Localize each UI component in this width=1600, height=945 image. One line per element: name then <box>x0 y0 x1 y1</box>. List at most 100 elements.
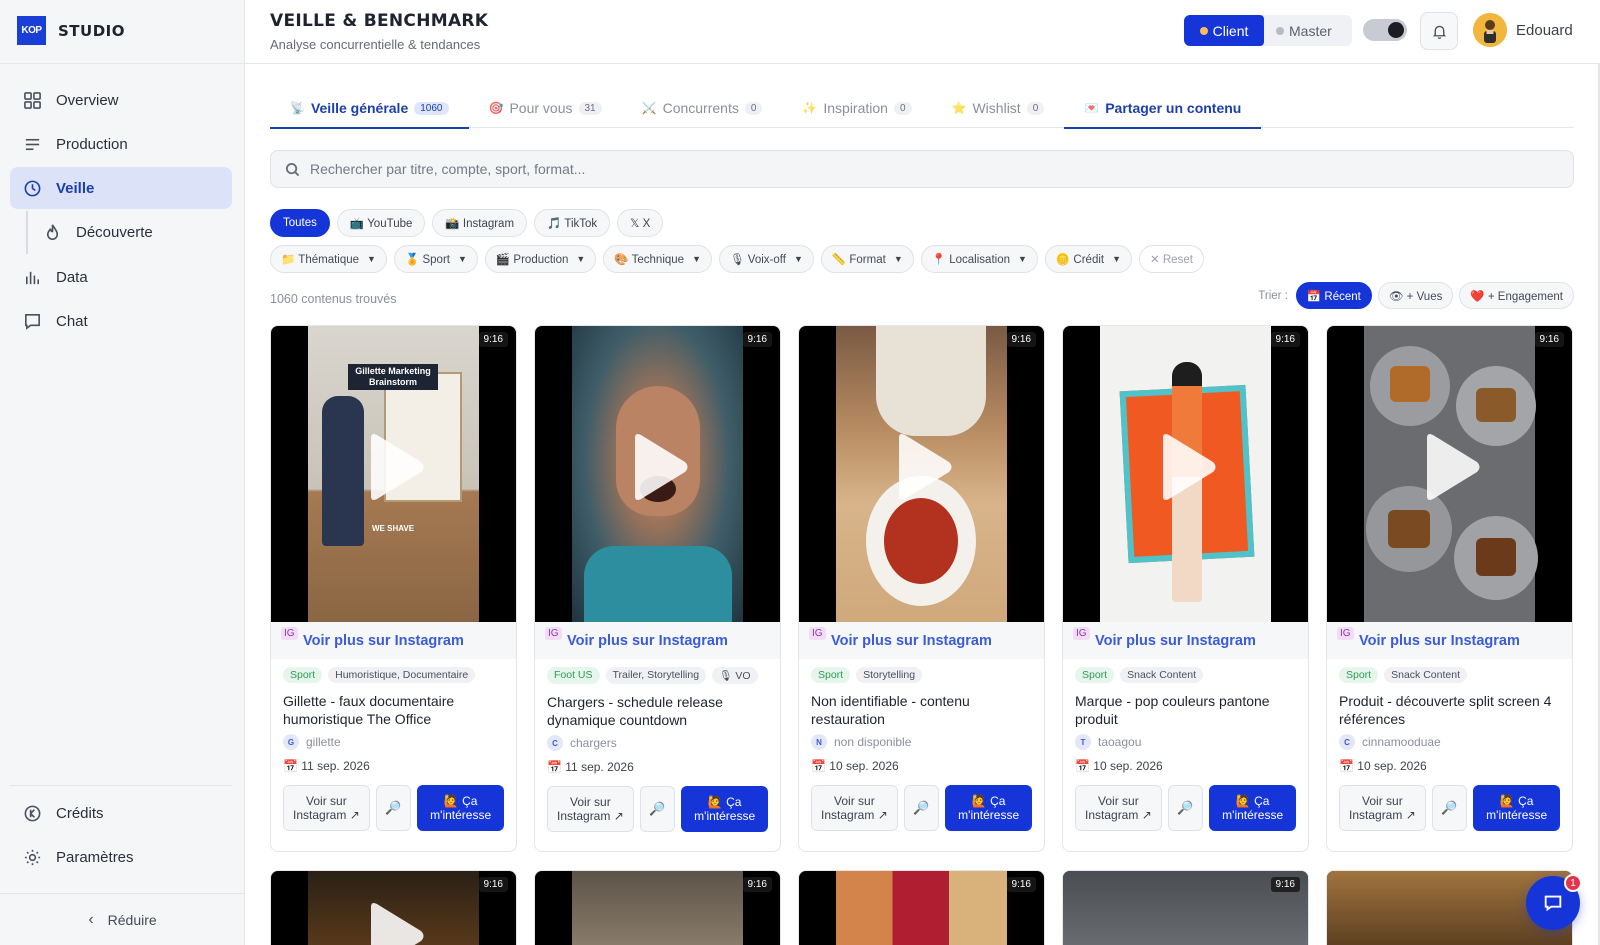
sort-engagement-button[interactable]: ❤️ + Engagement <box>1459 282 1574 309</box>
video-thumbnail[interactable]: 9:16 <box>1063 326 1308 622</box>
filter-thematique[interactable]: 📁 Thématique ▼ <box>270 245 387 273</box>
sort-views-button[interactable]: 👁 + Vues <box>1377 282 1454 309</box>
content-card[interactable]: 9:16 IG Voir plus sur Instagram Sport St… <box>798 325 1045 852</box>
tab-veille-generale[interactable]: 📡 Veille générale 1060 <box>270 88 469 129</box>
sidebar-bottom: Crédits Paramètres <box>10 785 232 880</box>
collapse-label: Réduire <box>107 911 157 928</box>
content-card[interactable]: 9:16 IG Voir plus sur Instagram Foot US … <box>534 325 781 852</box>
tab-concurrents[interactable]: ⚔️ Concurrents 0 <box>622 88 783 128</box>
video-thumbnail[interactable]: 9:16 <box>1327 326 1572 622</box>
view-on-instagram-button[interactable]: Voir sur Instagram ↗ <box>1075 785 1162 831</box>
filter-format[interactable]: 📏 Format ▼ <box>820 245 914 273</box>
filter-production[interactable]: 🎬 Production ▼ <box>484 245 597 273</box>
chip-x[interactable]: 𝕏 X <box>617 209 664 237</box>
instagram-link[interactable]: Voir plus sur Instagram <box>811 633 992 649</box>
mode-client-button[interactable]: Client <box>1184 15 1264 46</box>
avatar[interactable] <box>1473 13 1507 47</box>
content-card[interactable]: Gillette Marketing Brainstorm WE SHAVE 9… <box>270 325 517 852</box>
brand[interactable]: KOP STUDIO <box>17 16 125 45</box>
filter-credit[interactable]: 🪙 Crédit ▼ <box>1044 245 1133 273</box>
interested-button[interactable]: 🙋 Ça m'intéresse <box>1473 785 1561 831</box>
sidebar-item-production[interactable]: Production <box>10 123 232 165</box>
mode-master-button[interactable]: Master <box>1264 15 1344 46</box>
zoom-button[interactable]: 🔎 <box>903 785 940 831</box>
account-avatar: C <box>547 735 563 751</box>
card-date: 📅 10 sep. 2026 <box>811 759 899 773</box>
notifications-button[interactable] <box>1420 12 1458 50</box>
video-thumbnail[interactable]: 9:16 <box>535 326 780 622</box>
view-on-instagram-button[interactable]: Voir sur Instagram ↗ <box>547 786 634 832</box>
theme-toggle[interactable] <box>1363 19 1407 41</box>
view-on-instagram-button[interactable]: Voir sur Instagram ↗ <box>1339 785 1426 831</box>
interested-button[interactable]: 🙋 Ça m'intéresse <box>1209 785 1297 831</box>
zoom-button[interactable]: 🔎 <box>639 786 676 832</box>
tab-partager-contenu[interactable]: 💌 Partager un contenu <box>1064 88 1262 129</box>
tab-pour-vous[interactable]: 🎯 Pour vous 31 <box>469 88 622 128</box>
interested-button[interactable]: 🙋 Ça m'intéresse <box>945 785 1033 831</box>
interested-button[interactable]: 🙋 Ça m'intéresse <box>681 786 769 832</box>
content-card-partial[interactable]: 9:16 <box>270 870 517 945</box>
sidebar-item-data[interactable]: Data <box>10 256 232 298</box>
instagram-link[interactable]: Voir plus sur Instagram <box>547 633 728 649</box>
sidebar-item-chat[interactable]: Chat <box>10 300 232 342</box>
video-thumbnail[interactable]: Gillette Marketing Brainstorm WE SHAVE 9… <box>271 326 516 622</box>
instagram-bar[interactable]: IG Voir plus sur Instagram <box>271 622 516 659</box>
instagram-link[interactable]: Voir plus sur Instagram <box>1339 633 1520 649</box>
shirt <box>584 546 732 622</box>
tab-wishlist[interactable]: ⭐ Wishlist 0 <box>932 88 1065 128</box>
chip-toutes[interactable]: Toutes <box>270 209 330 237</box>
caret-down-icon: ▼ <box>367 254 376 264</box>
content-card[interactable]: 9:16 IG Voir plus sur Instagram Sport Sn… <box>1326 325 1573 852</box>
view-on-instagram-button[interactable]: Voir sur Instagram ↗ <box>283 785 370 831</box>
collapse-sidebar-button[interactable]: ‹ Réduire <box>0 893 245 945</box>
content-card-partial[interactable]: 9:16 <box>1062 870 1309 945</box>
video-thumbnail[interactable]: 9:16 <box>799 326 1044 622</box>
tag-voiceover: 🎙 VO <box>712 667 758 684</box>
aspect-ratio-badge: 9:16 <box>742 332 772 347</box>
sort-recent-button[interactable]: 📅 Récent <box>1295 282 1372 309</box>
instagram-bar[interactable]: IG Voir plus sur Instagram <box>799 622 1044 659</box>
page-title: VEILLE & BENCHMARK <box>270 11 489 31</box>
caret-down-icon: ▼ <box>1017 254 1027 264</box>
chip-tiktok[interactable]: 🎵 TikTok <box>534 209 611 237</box>
filter-sport[interactable]: 🏅 Sport ▼ <box>393 245 478 273</box>
interested-button[interactable]: 🙋 Ça m'intéresse <box>417 785 505 831</box>
user-name[interactable]: Edouard <box>1516 22 1573 39</box>
chip-youtube[interactable]: 📺 YouTube <box>336 209 426 237</box>
search-input[interactable] <box>310 161 1510 177</box>
content-card[interactable]: 9:16 IG Voir plus sur Instagram Sport Sn… <box>1062 325 1309 852</box>
sidebar-item-veille[interactable]: Veille <box>10 167 232 209</box>
instagram-link[interactable]: Voir plus sur Instagram <box>283 633 464 649</box>
sidebar-subitem-decouverte[interactable]: Découverte <box>26 211 232 254</box>
brand-name: STUDIO <box>58 21 125 40</box>
filter-localisation[interactable]: 📍 Localisation ▼ <box>920 245 1038 273</box>
love-letter-icon: 💌 <box>1084 101 1100 115</box>
zoom-button[interactable]: 🔎 <box>375 785 412 831</box>
instagram-link[interactable]: Voir plus sur Instagram <box>1075 633 1256 649</box>
instagram-bar[interactable]: IG Voir plus sur Instagram <box>535 622 780 659</box>
tab-inspiration[interactable]: ✨ Inspiration 0 <box>782 88 931 128</box>
mode-master-label: Master <box>1289 22 1332 39</box>
tag-sport: Sport <box>811 667 851 683</box>
list-icon <box>22 134 42 154</box>
zoom-button[interactable]: 🔎 <box>1431 785 1468 831</box>
filter-technique[interactable]: 🎨 Technique ▼ <box>603 245 712 273</box>
chip-instagram[interactable]: 📸 Instagram <box>432 209 528 237</box>
chat-button[interactable]: 1 <box>1526 874 1582 930</box>
sidebar-item-credits[interactable]: Crédits <box>10 792 232 834</box>
instagram-badge: IG <box>809 627 826 640</box>
sidebar-item-parametres[interactable]: Paramètres <box>10 836 232 878</box>
play-icon <box>363 432 427 502</box>
instagram-bar[interactable]: IG Voir plus sur Instagram <box>1063 622 1308 659</box>
view-on-instagram-button[interactable]: Voir sur Instagram ↗ <box>811 785 898 831</box>
filter-voix-off[interactable]: 🎙 Voix-off ▼ <box>719 245 814 273</box>
reset-filters-button[interactable]: ✕ Reset <box>1139 245 1204 273</box>
content-card-partial[interactable]: 9:16 <box>798 870 1045 945</box>
sidebar-item-overview[interactable]: Overview <box>10 79 232 121</box>
content-card-partial[interactable]: 9:16 <box>534 870 781 945</box>
star-icon: ⭐ <box>951 101 967 115</box>
instagram-bar[interactable]: IG Voir plus sur Instagram <box>1327 622 1572 659</box>
sparkles-icon: ✨ <box>802 101 818 115</box>
play-icon <box>891 432 955 502</box>
zoom-button[interactable]: 🔎 <box>1167 785 1204 831</box>
